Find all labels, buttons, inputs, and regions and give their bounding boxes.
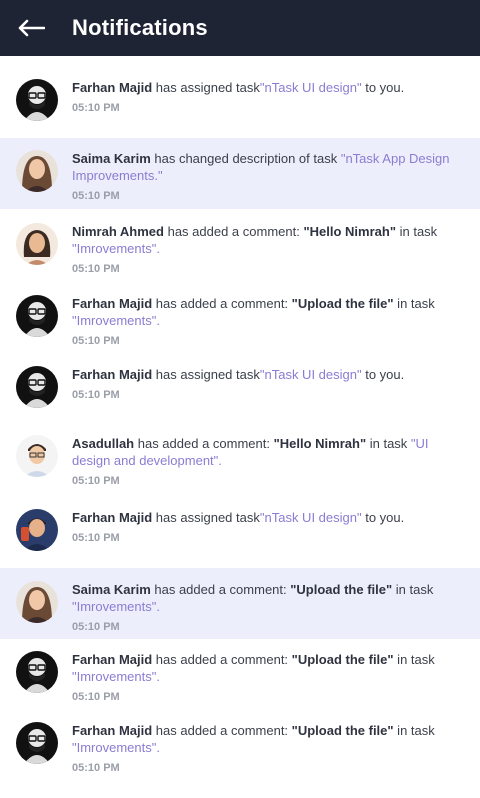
avatar[interactable] <box>16 509 58 551</box>
user-name[interactable]: Asadullah <box>72 436 134 451</box>
user-name[interactable]: Farhan Majid <box>72 296 152 311</box>
avatar[interactable] <box>16 366 58 408</box>
user-name[interactable]: Farhan Majid <box>72 367 152 382</box>
action-text: in task <box>395 224 438 239</box>
timestamp: 05:10 PM <box>72 190 120 202</box>
notification-item[interactable]: Farhan Majid has added a comment: "Uploa… <box>0 710 480 798</box>
timestamp: 05:10 PM <box>72 621 120 633</box>
user-name[interactable]: Farhan Majid <box>72 723 152 738</box>
comment-quote: "Hello Nimrah" <box>273 436 367 451</box>
user-name[interactable]: Farhan Majid <box>72 80 152 95</box>
task-link[interactable]: "Imrovements". <box>72 241 160 256</box>
timestamp: 05:10 PM <box>72 475 120 487</box>
action-text: in task <box>393 652 435 667</box>
timestamp: 05:10 PM <box>72 691 120 703</box>
timestamp: 05:10 PM <box>72 335 120 347</box>
action-text: in task <box>393 296 435 311</box>
notification-text: Asadullah has added a comment: "Hello Ni… <box>72 435 464 490</box>
avatar[interactable] <box>16 150 58 192</box>
comment-quote: "Upload the file" <box>291 296 394 311</box>
action-text: has assigned task <box>152 367 260 382</box>
notification-item[interactable]: Saima Karim has changed description of t… <box>0 138 480 209</box>
notification-item[interactable]: Farhan Majid has assigned task"nTask UI … <box>0 498 480 568</box>
notification-item[interactable]: Farhan Majid has added a comment: "Uploa… <box>0 639 480 710</box>
action-text: has added a comment: <box>152 652 292 667</box>
action-text: has assigned task <box>152 80 260 95</box>
notification-item[interactable]: Asadullah has added a comment: "Hello Ni… <box>0 422 480 498</box>
avatar[interactable] <box>16 581 58 623</box>
notification-item[interactable]: Nimrah Ahmed has added a comment: "Hello… <box>0 209 480 280</box>
timestamp: 05:10 PM <box>72 389 120 401</box>
avatar[interactable] <box>16 295 58 337</box>
action-text: in task <box>392 582 434 597</box>
notification-text: Saima Karim has changed description of t… <box>72 150 464 205</box>
notification-text: Farhan Majid has assigned task"nTask UI … <box>72 366 404 404</box>
action-text: has assigned task <box>152 510 260 525</box>
page-title: Notifications <box>72 15 208 40</box>
task-link[interactable]: "nTask UI design" <box>260 80 362 95</box>
notification-text: Farhan Majid has added a comment: "Uploa… <box>72 295 464 350</box>
action-text: to you. <box>361 367 405 382</box>
task-link[interactable]: "nTask UI design" <box>260 367 362 382</box>
action-text: has added a comment: <box>152 723 292 738</box>
user-name[interactable]: Nimrah Ahmed <box>72 224 164 239</box>
avatar[interactable] <box>16 79 58 121</box>
task-link[interactable]: "Imrovements". <box>72 599 160 614</box>
task-link[interactable]: "nTask UI design" <box>260 510 362 525</box>
notification-text: Farhan Majid has assigned task"nTask UI … <box>72 509 404 547</box>
timestamp: 05:10 PM <box>72 102 120 114</box>
timestamp: 05:10 PM <box>72 762 120 774</box>
user-name[interactable]: Saima Karim <box>72 151 151 166</box>
notification-item[interactable]: Saima Karim has added a comment: "Upload… <box>0 568 480 639</box>
avatar[interactable] <box>16 722 58 764</box>
timestamp: 05:10 PM <box>72 532 120 544</box>
comment-quote: "Upload the file" <box>291 723 394 738</box>
notification-text: Nimrah Ahmed has added a comment: "Hello… <box>72 223 464 278</box>
task-link[interactable]: "Imrovements". <box>72 740 160 755</box>
notification-item[interactable]: Farhan Majid has added a comment: "Uploa… <box>0 280 480 351</box>
user-name[interactable]: Farhan Majid <box>72 510 152 525</box>
notification-list: Farhan Majid has assigned task"nTask UI … <box>0 56 480 798</box>
task-link[interactable]: "Imrovements". <box>72 669 160 684</box>
avatar[interactable] <box>16 223 58 265</box>
action-text: has added a comment: <box>152 296 292 311</box>
notification-text: Farhan Majid has assigned task"nTask UI … <box>72 79 404 117</box>
action-text: has added a comment: <box>134 436 274 451</box>
action-text: has added a comment: <box>163 224 304 239</box>
avatar[interactable] <box>16 651 58 693</box>
action-text: has added a comment: <box>150 582 291 597</box>
app-header: Notifications <box>0 0 480 56</box>
notification-item[interactable]: Farhan Majid has assigned task"nTask UI … <box>0 56 480 138</box>
notification-text: Saima Karim has added a comment: "Upload… <box>72 581 464 636</box>
avatar[interactable] <box>16 435 58 477</box>
comment-quote: "Upload the file" <box>291 652 394 667</box>
action-text: in task <box>393 723 435 738</box>
action-text: in task <box>366 436 411 451</box>
task-link[interactable]: "Imrovements". <box>72 313 160 328</box>
notification-text: Farhan Majid has added a comment: "Uploa… <box>72 651 464 706</box>
user-name[interactable]: Saima Karim <box>72 582 151 597</box>
action-text: has changed description of task <box>150 151 341 166</box>
action-text: to you. <box>361 510 405 525</box>
user-name[interactable]: Farhan Majid <box>72 652 152 667</box>
timestamp: 05:10 PM <box>72 263 120 275</box>
comment-quote: "Upload the file" <box>290 582 393 597</box>
notification-text: Farhan Majid has added a comment: "Uploa… <box>72 722 464 777</box>
comment-quote: "Hello Nimrah" <box>303 224 396 239</box>
notification-item[interactable]: Farhan Majid has assigned task"nTask UI … <box>0 351 480 422</box>
back-button[interactable] <box>16 18 46 38</box>
action-text: to you. <box>361 80 405 95</box>
arrow-left-icon <box>18 19 45 37</box>
